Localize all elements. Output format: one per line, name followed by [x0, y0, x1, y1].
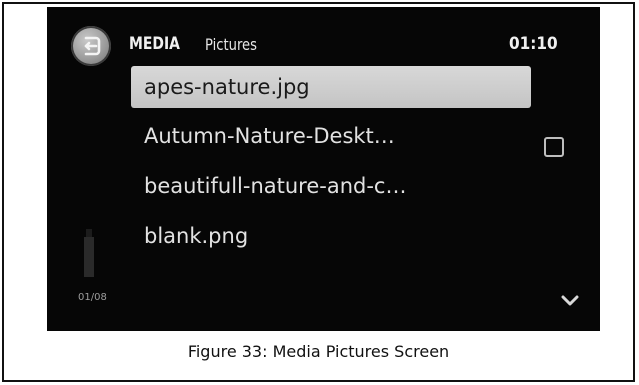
- checkbox-icon[interactable]: [544, 137, 564, 157]
- chevron-down-icon[interactable]: [561, 295, 579, 307]
- scroll-thumb[interactable]: [84, 237, 94, 277]
- clock: 01:10: [509, 34, 558, 54]
- file-list: apes-nature.jpg Autumn-Nature-Deskt… bea…: [131, 62, 531, 262]
- header-subtitle: Pictures: [205, 35, 257, 54]
- file-item-apes-nature[interactable]: apes-nature.jpg: [131, 66, 531, 108]
- page-counter: 01/08: [78, 292, 107, 303]
- figure-caption: Figure 33: Media Pictures Screen: [187, 342, 450, 361]
- file-item-blank[interactable]: blank.png: [131, 212, 531, 262]
- media-screen: MEDIA Pictures 01:10 apes-nature.jpg Aut…: [47, 7, 600, 331]
- figure-frame: MEDIA Pictures 01:10 apes-nature.jpg Aut…: [2, 2, 635, 382]
- file-item-beautifull-nature[interactable]: beautifull-nature-and-c…: [131, 162, 531, 212]
- back-arrow-icon: [84, 36, 101, 56]
- file-item-autumn-nature[interactable]: Autumn-Nature-Deskt…: [131, 112, 531, 162]
- header-title: MEDIA: [129, 34, 180, 54]
- back-button[interactable]: [71, 26, 111, 66]
- scroll-track: [86, 229, 92, 237]
